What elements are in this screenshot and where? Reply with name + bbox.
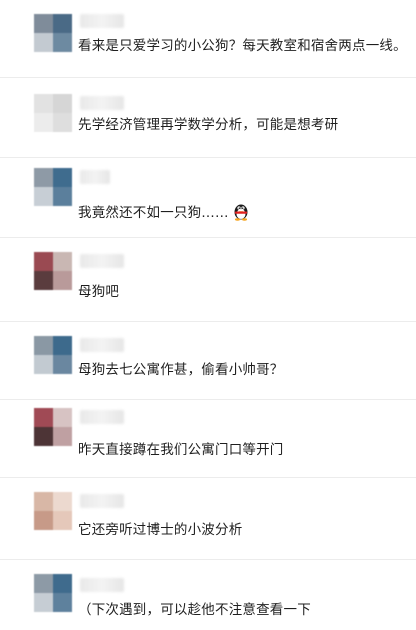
avatar-cell — [53, 511, 72, 530]
avatar-cell — [34, 113, 53, 132]
avatar-cell — [34, 252, 53, 271]
comment-item: 昨天直接蹲在我们公寓门口等开门 — [0, 400, 416, 478]
comment-item: 我竟然还不如一只狗…… — [0, 158, 416, 238]
comment-text: （下次遇到，可以趁他不注意查看一下 — [78, 602, 311, 618]
avatar-cell — [34, 168, 53, 187]
avatar-cell — [34, 14, 53, 33]
avatar[interactable] — [34, 94, 72, 132]
avatar-cell — [34, 492, 53, 511]
avatar[interactable] — [34, 168, 72, 206]
avatar-cell — [53, 168, 72, 187]
username-blurred — [80, 338, 124, 352]
comment-text: 母狗去七公寓作甚，偷看小帅哥？ — [78, 362, 284, 378]
avatar-cell — [34, 574, 53, 593]
avatar-cell — [53, 252, 72, 271]
avatar-cell — [34, 427, 53, 446]
comment-text: 看来是只爱学习的小公狗？每天教室和宿舍两点一线。 — [78, 38, 407, 54]
avatar-cell — [53, 94, 72, 113]
comment-text-content: 我竟然还不如一只狗…… — [78, 205, 229, 221]
username-blurred — [80, 14, 124, 28]
username-blurred — [80, 96, 124, 110]
avatar-cell — [34, 408, 53, 427]
avatar-cell — [34, 511, 53, 530]
comment-text: 它还旁听过博士的小波分析 — [78, 522, 243, 538]
username-blurred — [80, 254, 124, 268]
avatar[interactable] — [34, 492, 72, 530]
avatar-cell — [53, 492, 72, 511]
avatar[interactable] — [34, 252, 72, 290]
avatar-cell — [34, 336, 53, 355]
avatar-cell — [53, 593, 72, 612]
avatar-cell — [34, 271, 53, 290]
avatar[interactable] — [34, 336, 72, 374]
username-blurred — [80, 578, 124, 592]
avatar[interactable] — [34, 574, 72, 612]
comment-item: 母狗去七公寓作甚，偷看小帅哥？ — [0, 322, 416, 400]
avatar-cell — [53, 187, 72, 206]
comment-text: 母狗吧 — [78, 284, 120, 300]
avatar[interactable] — [34, 408, 72, 446]
comment-list: 看来是只爱学习的小公狗？每天教室和宿舍两点一线。 先学经济管理再学数学分析，可能… — [0, 0, 416, 630]
avatar-cell — [53, 271, 72, 290]
comment-text: 昨天直接蹲在我们公寓门口等开门 — [78, 442, 284, 458]
avatar-cell — [34, 593, 53, 612]
avatar-cell — [34, 94, 53, 113]
comment-item: （下次遇到，可以趁他不注意查看一下 — [0, 560, 416, 630]
username-blurred — [80, 494, 124, 508]
avatar-cell — [53, 355, 72, 374]
avatar-cell — [34, 355, 53, 374]
qq-penguin-icon — [234, 204, 248, 221]
avatar-cell — [53, 574, 72, 593]
comment-text: 先学经济管理再学数学分析，可能是想考研 — [78, 117, 339, 133]
avatar-cell — [53, 33, 72, 52]
comment-item: 先学经济管理再学数学分析，可能是想考研 — [0, 78, 416, 158]
avatar-cell — [53, 14, 72, 33]
avatar-cell — [53, 427, 72, 446]
avatar-cell — [53, 113, 72, 132]
avatar-cell — [53, 336, 72, 355]
avatar[interactable] — [34, 14, 72, 52]
avatar-cell — [34, 33, 53, 52]
comment-item: 看来是只爱学习的小公狗？每天教室和宿舍两点一线。 — [0, 0, 416, 78]
avatar-cell — [53, 408, 72, 427]
comment-item: 它还旁听过博士的小波分析 — [0, 478, 416, 560]
comment-text: 我竟然还不如一只狗…… — [78, 201, 251, 222]
username-blurred — [80, 170, 110, 184]
avatar-cell — [34, 187, 53, 206]
comment-item: 母狗吧 — [0, 238, 416, 322]
username-blurred — [80, 410, 124, 424]
